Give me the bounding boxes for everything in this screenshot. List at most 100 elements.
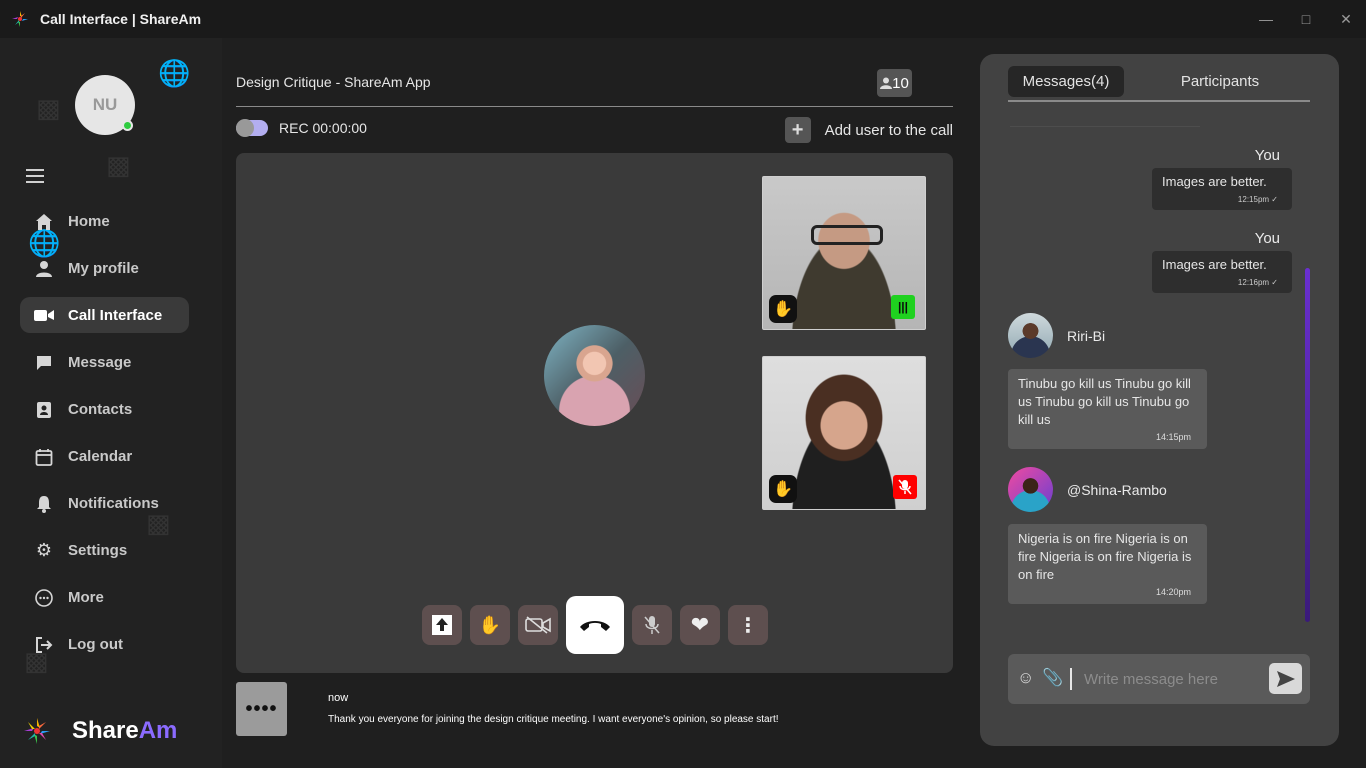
sidebar-item-label: Call Interface bbox=[68, 306, 163, 324]
maximize-icon[interactable]: □ bbox=[1286, 0, 1326, 38]
chat-tabs: Messages(4) Participants bbox=[1008, 66, 1310, 102]
sidebar-item-notifications[interactable]: Notifications bbox=[20, 480, 200, 527]
sidebar-item-call-interface[interactable]: Call Interface bbox=[20, 297, 189, 333]
bell-icon bbox=[34, 494, 54, 514]
message-bubble-outgoing: Images are better. 12:16pm ✓ bbox=[1152, 251, 1292, 293]
chat-decoration-icon: ▩ bbox=[36, 93, 61, 123]
call-controls: ✋ ❤ ⋮ bbox=[422, 596, 776, 654]
sidebar-item-calendar[interactable]: Calendar bbox=[20, 433, 200, 480]
sidebar-item-more[interactable]: More bbox=[20, 574, 200, 621]
tab-messages[interactable]: Messages(4) bbox=[1008, 66, 1124, 97]
sidebar-nav: Home My profile Call Interface Message C… bbox=[20, 198, 200, 668]
video-stage: ✋ ||| ✋ ✋ ❤ ⋮ bbox=[236, 153, 953, 673]
chat-scrollbar[interactable] bbox=[1305, 268, 1310, 622]
minimize-icon[interactable]: — bbox=[1246, 0, 1286, 38]
mic-muted-icon bbox=[893, 475, 917, 499]
sidebar-item-label: Log out bbox=[68, 636, 123, 653]
plus-icon: + bbox=[784, 117, 811, 143]
sidebar-item-message[interactable]: Message bbox=[20, 339, 200, 386]
upload-icon bbox=[432, 615, 452, 635]
text-caret bbox=[1070, 668, 1072, 690]
participant-video-tile[interactable]: ✋ ||| bbox=[762, 176, 926, 330]
sidebar-item-label: Settings bbox=[68, 542, 128, 559]
message-composer: ☺ 📎 bbox=[1008, 654, 1310, 704]
participant-video-tile[interactable]: ✋ bbox=[762, 356, 926, 510]
message-sender-row: Riri-Bi bbox=[1008, 313, 1105, 358]
raise-hand-button[interactable]: ✋ bbox=[470, 605, 510, 645]
title-bar: Call Interface | ShareAm — □ ✕ bbox=[0, 0, 1366, 38]
message-text: Images are better. bbox=[1162, 174, 1267, 189]
sidebar: 🌐 ▩ ▩ 🌐 ▩ ▩ NU Home My profile Call Inte… bbox=[0, 38, 222, 768]
attachment-icon[interactable]: 📎 bbox=[1042, 668, 1063, 688]
message-bubble-incoming: Tinubu go kill us Tinubu go kill us Tinu… bbox=[1008, 369, 1207, 449]
send-button[interactable] bbox=[1269, 663, 1302, 694]
shaream-logo-icon bbox=[12, 11, 28, 27]
raise-hand-icon: ✋ bbox=[769, 295, 797, 323]
brand-name-part2: Am bbox=[138, 717, 178, 744]
message-sender-row: @Shina-Rambo bbox=[1008, 467, 1167, 512]
message-time: 14:15pm bbox=[1155, 432, 1191, 442]
header-divider bbox=[236, 106, 953, 107]
tab-participants[interactable]: Participants bbox=[1174, 66, 1266, 97]
sidebar-item-label: Calendar bbox=[68, 448, 133, 465]
participant-count-badge[interactable]: 10 bbox=[877, 69, 912, 97]
notification-time: now bbox=[328, 692, 349, 704]
record-toggle[interactable] bbox=[236, 119, 268, 137]
notification-message: Thank you everyone for joining the desig… bbox=[328, 714, 779, 725]
hang-up-icon bbox=[580, 621, 610, 631]
sender-name: Riri-Bi bbox=[1067, 327, 1106, 344]
emoji-icon[interactable]: ☺ bbox=[1017, 669, 1035, 687]
raise-hand-icon: ✋ bbox=[478, 614, 502, 635]
close-icon[interactable]: ✕ bbox=[1326, 0, 1366, 38]
mic-toggle-button[interactable] bbox=[632, 605, 672, 645]
sidebar-item-label: More bbox=[68, 589, 104, 606]
avatar-initials: NU bbox=[92, 95, 118, 114]
sidebar-item-label: Home bbox=[68, 213, 110, 230]
message-input[interactable] bbox=[1084, 667, 1264, 691]
sidebar-item-my-profile[interactable]: My profile bbox=[20, 245, 200, 292]
sender-name: @Shina-Rambo bbox=[1067, 481, 1167, 498]
brand-name: ShareAm bbox=[72, 717, 177, 745]
hamburger-menu-icon[interactable] bbox=[26, 169, 44, 185]
divider bbox=[1010, 126, 1200, 127]
end-call-button[interactable] bbox=[566, 596, 624, 654]
sidebar-item-label: Message bbox=[68, 354, 132, 371]
logout-icon bbox=[34, 635, 54, 655]
more-vertical-icon: ⋮ bbox=[738, 614, 758, 637]
sender-avatar[interactable] bbox=[1008, 313, 1053, 358]
user-icon bbox=[34, 259, 54, 279]
share-screen-button[interactable] bbox=[422, 605, 462, 645]
camera-toggle-button[interactable] bbox=[518, 605, 558, 645]
online-status-dot bbox=[122, 120, 133, 131]
contact-decoration-icon: ▩ bbox=[106, 150, 131, 180]
chat-bubble-icon bbox=[34, 353, 54, 373]
gear-icon: ⚙ bbox=[35, 540, 53, 560]
sidebar-item-contacts[interactable]: Contacts bbox=[20, 386, 200, 433]
add-user-button[interactable]: + Add user to the call bbox=[784, 117, 953, 143]
sender-avatar[interactable] bbox=[1008, 467, 1053, 512]
message-bubble-outgoing: Images are better. 12:15pm ✓ bbox=[1152, 168, 1292, 210]
sidebar-item-home[interactable]: Home bbox=[20, 198, 200, 245]
more-options-button[interactable]: ⋮ bbox=[728, 605, 768, 645]
add-user-label: Add user to the call bbox=[824, 121, 953, 139]
active-speaker-avatar[interactable] bbox=[544, 325, 645, 426]
react-button[interactable]: ❤ bbox=[680, 605, 720, 645]
shaream-logo-icon bbox=[24, 718, 50, 744]
call-notification: •••• now Thank you everyone for joining … bbox=[236, 682, 953, 742]
sidebar-item-log-out[interactable]: Log out bbox=[20, 621, 200, 668]
message-text: Images are better. bbox=[1162, 257, 1267, 272]
brand-name-part1: Share bbox=[72, 717, 139, 744]
sidebar-item-label: Contacts bbox=[68, 401, 133, 418]
message-time: 14:20pm bbox=[1155, 587, 1191, 597]
sidebar-item-label: My profile bbox=[68, 260, 139, 277]
more-circle-icon bbox=[34, 588, 54, 608]
sidebar-item-label: Notifications bbox=[68, 495, 159, 512]
message-text: Tinubu go kill us Tinubu go kill us Tinu… bbox=[1018, 376, 1191, 427]
calendar-icon bbox=[34, 447, 54, 467]
user-avatar[interactable]: NU bbox=[75, 75, 135, 135]
participant-count: 10 bbox=[892, 74, 909, 92]
chat-panel: Messages(4) Participants You Images are … bbox=[980, 54, 1339, 746]
video-off-icon bbox=[525, 616, 551, 634]
message-sender: You bbox=[1254, 230, 1280, 247]
sidebar-item-settings[interactable]: ⚙ Settings bbox=[20, 527, 200, 574]
